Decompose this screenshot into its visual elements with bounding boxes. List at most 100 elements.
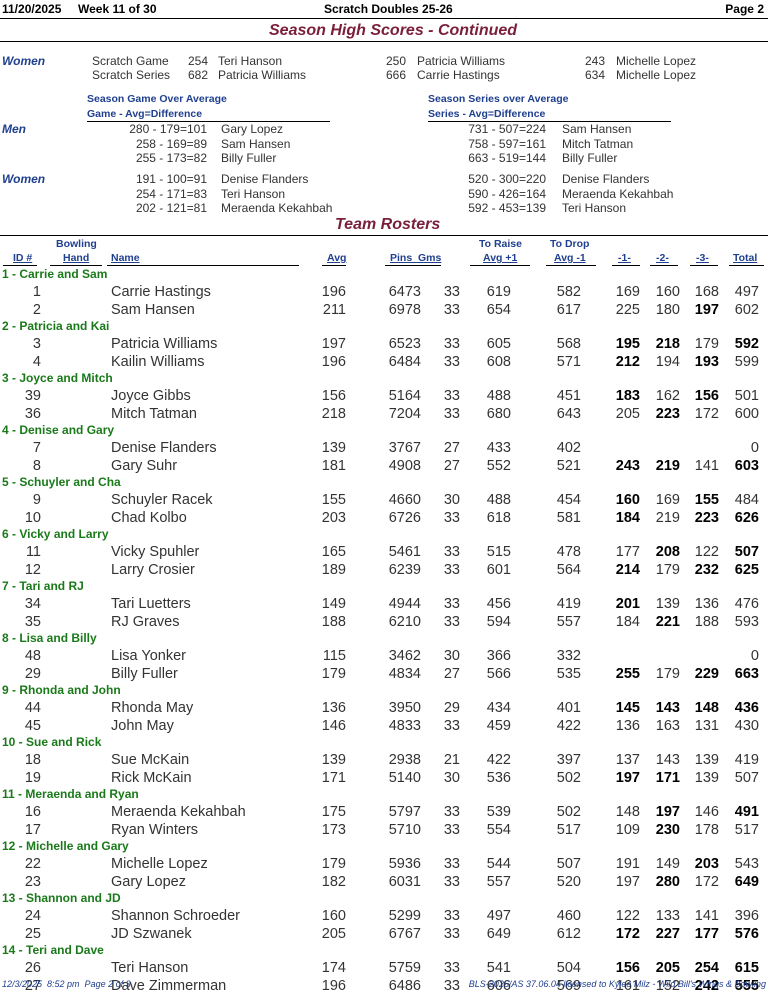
- player-avg: 115: [322, 648, 346, 664]
- player-name: Meraenda Kekahbah: [111, 804, 246, 820]
- player-game1: 136: [615, 717, 640, 734]
- player-game3: 178: [694, 821, 719, 838]
- col-avg: Avg: [327, 252, 347, 264]
- player-games: 33: [443, 388, 460, 404]
- page-number: Page 2: [725, 2, 764, 16]
- player-total: 497: [734, 284, 759, 300]
- season-high-bowler: Carrie Hastings: [417, 68, 500, 82]
- player-name: Lisa Yonker: [111, 648, 186, 664]
- player-games: 33: [443, 596, 460, 612]
- player-game3: 155: [694, 492, 719, 508]
- player-total: 649: [734, 873, 759, 890]
- player-game1: 184: [615, 509, 640, 526]
- season-high-bowler: Michelle Lopez: [616, 68, 697, 82]
- player-id: 29: [24, 665, 41, 682]
- player-game1: 172: [615, 925, 640, 942]
- team-name: 9 - Rhonda and John: [2, 683, 121, 697]
- player-to-raise: 649: [486, 925, 511, 942]
- player-total: 543: [734, 856, 759, 872]
- player-avg: 196: [321, 353, 346, 370]
- player-games: 30: [443, 492, 460, 508]
- col-game3: -3-: [696, 252, 709, 264]
- player-to-raise: 488: [486, 492, 511, 508]
- player-avg: 182: [321, 873, 346, 890]
- player-game2: 160: [655, 284, 680, 300]
- player-game3: 172: [694, 873, 719, 890]
- player-name: Michelle Lopez: [111, 856, 208, 872]
- player-game1: 243: [615, 457, 640, 474]
- season-high-score: 250: [386, 54, 407, 68]
- col-raise: Avg +1: [483, 252, 518, 264]
- player-to-drop: 564: [556, 561, 581, 578]
- player-pins: 6210: [388, 613, 421, 630]
- col-hand: Hand: [63, 252, 90, 264]
- player-id: 9: [32, 492, 41, 508]
- player-pins: 6473: [388, 284, 421, 300]
- player-game2: 223: [655, 405, 680, 422]
- player-games: 33: [443, 804, 460, 820]
- player-to-raise: 552: [486, 457, 511, 474]
- player-game2: 197: [655, 804, 680, 820]
- player-id: 7: [32, 440, 41, 456]
- season-high-score: 243: [585, 54, 606, 68]
- player-to-raise: 608: [486, 353, 511, 370]
- player-games: 33: [443, 717, 460, 734]
- player-total: 615: [734, 960, 759, 976]
- player-games: 21: [443, 752, 460, 768]
- player-to-drop: 517: [556, 821, 581, 838]
- report-date: 11/20/2025: [2, 2, 62, 16]
- over-average-calc: 191 - 100=91: [135, 172, 207, 186]
- player-game3: 232: [694, 561, 719, 578]
- season-high-bowler: Teri Hanson: [218, 54, 283, 68]
- player-total: 476: [734, 596, 759, 612]
- player-avg: 205: [321, 925, 346, 942]
- player-name: Billy Fuller: [111, 665, 178, 682]
- player-to-raise: 497: [486, 908, 511, 924]
- game-over-avg-title: Season Game Over Average: [87, 93, 227, 105]
- player-to-raise: 456: [486, 596, 511, 612]
- player-total: 430: [734, 717, 759, 734]
- player-name: Shannon Schroeder: [111, 908, 240, 924]
- player-to-drop: 581: [556, 509, 581, 526]
- game-over-avg-sub: Game - Avg=Difference: [87, 108, 203, 120]
- player-name: Schuyler Racek: [111, 492, 213, 508]
- over-average-bowler: Sam Hansen: [221, 136, 291, 151]
- player-games: 33: [443, 960, 460, 976]
- player-games: 33: [443, 821, 460, 838]
- player-avg: 179: [321, 665, 346, 682]
- player-game2: 280: [655, 873, 680, 890]
- player-total: 501: [734, 388, 759, 404]
- player-id: 24: [24, 908, 41, 924]
- player-game1: 201: [615, 596, 640, 612]
- player-game3: 141: [694, 457, 719, 474]
- season-high-category: Scratch Game: [92, 54, 169, 68]
- player-avg: 160: [321, 908, 346, 924]
- player-games: 27: [443, 440, 460, 456]
- player-avg: 189: [321, 561, 346, 578]
- player-name: Teri Hanson: [111, 960, 189, 976]
- player-pins: 4944: [388, 596, 421, 612]
- women-label: Women: [2, 54, 46, 68]
- player-id: 45: [24, 717, 41, 734]
- player-avg: 181: [321, 457, 346, 474]
- player-game1: 177: [615, 544, 640, 560]
- header-divider: [0, 18, 768, 19]
- player-avg: 196: [321, 977, 346, 994]
- player-id: 12: [24, 561, 41, 578]
- over-average-calc: 280 - 179=101: [129, 122, 207, 136]
- player-id: 22: [24, 856, 41, 872]
- team-name: 11 - Meraenda and Ryan: [2, 787, 139, 801]
- player-to-raise: 594: [486, 613, 511, 630]
- player-game2: 219: [655, 457, 680, 474]
- player-games: 33: [443, 301, 460, 318]
- player-game1: 191: [615, 856, 640, 872]
- player-id: 3: [32, 336, 41, 352]
- player-pins: 6978: [388, 301, 421, 318]
- player-avg: 155: [321, 492, 346, 508]
- player-game1: 137: [615, 752, 640, 768]
- player-games: 33: [443, 336, 460, 352]
- player-games: 33: [443, 856, 460, 872]
- player-to-raise: 618: [486, 509, 511, 526]
- column-underline: [470, 265, 530, 266]
- team-name: 8 - Lisa and Billy: [2, 631, 97, 645]
